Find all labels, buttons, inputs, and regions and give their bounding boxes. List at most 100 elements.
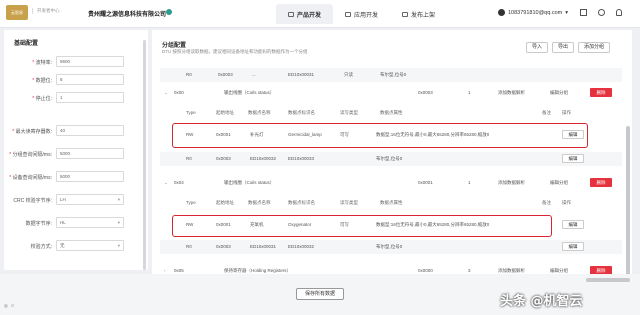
chevron-right-icon[interactable]: › — [164, 268, 166, 273]
column-header: 起始地址 — [216, 110, 234, 115]
check-mode-select[interactable]: 无 — [56, 240, 124, 251]
app-icon — [345, 11, 352, 17]
column-header: 起始地址 — [216, 200, 234, 205]
max-registers-input[interactable]: 40 — [56, 125, 124, 136]
list-icon[interactable]: ☰ — [11, 303, 15, 308]
add-group-button[interactable]: 添加分组 — [578, 42, 610, 53]
column-header: 数据点属性 — [380, 200, 403, 205]
chevron-down-icon: ▾ — [565, 9, 568, 16]
save-all-button[interactable]: 保存所有数据 — [296, 288, 344, 300]
top-bar: 云智易 开发者中心 贵州耀之源信息科技有限公司 产品开发 应用开发 发布上架 1… — [0, 0, 640, 28]
column-header: Type — [186, 200, 196, 205]
group-interval-input[interactable]: 5000 — [56, 148, 124, 159]
column-header: 数据点名称 — [248, 200, 271, 205]
scrollbar[interactable] — [626, 126, 630, 286]
column-header: 操作 — [562, 110, 571, 115]
cell: R0 — [186, 244, 192, 249]
cell: 0x0003 — [218, 72, 233, 77]
add-parse-link[interactable]: 添加数据解析 — [498, 180, 525, 186]
field-group-interval: * 分组查询间隔/ms: 5000 — [4, 148, 144, 160]
cell: 布尔型,位号0 — [376, 156, 403, 161]
edit-group-link[interactable]: 编辑分组 — [550, 180, 568, 186]
publish-icon — [402, 11, 409, 17]
column-header: 数据点标识名 — [288, 110, 315, 115]
company-name[interactable]: 贵州耀之源信息科技有限公司 — [88, 9, 166, 18]
brand-tag: 开发者中心 — [32, 8, 60, 14]
grid-icon[interactable] — [580, 9, 587, 16]
tab-publish[interactable]: 发布上架 — [390, 4, 447, 24]
tab-product-dev[interactable]: 产品开发 — [276, 4, 334, 24]
column-header: 数据点标识名 — [288, 200, 315, 205]
device-interval-input[interactable]: 5000 — [56, 171, 124, 182]
data-bits-input[interactable]: 8 — [56, 74, 124, 85]
gear-icon[interactable] — [598, 9, 605, 16]
cell: R0 — [186, 156, 192, 161]
delete-button[interactable]: 删除 — [590, 88, 612, 97]
group-config-panel: 分组配置 DTU 按照分组读取数据，建议相同设备地址和功能码的数据作为一个分组 … — [152, 30, 632, 286]
delete-button[interactable]: 删除 — [590, 178, 612, 187]
cell: ED10x00031 — [288, 72, 315, 77]
watermark: 头条 @机智云 — [500, 294, 583, 309]
edit-button[interactable]: 编辑 — [562, 154, 584, 163]
column-header: 操作 — [562, 200, 571, 205]
cell: ED10x00032 — [250, 156, 277, 161]
add-parse-link[interactable]: 添加数据解析 — [498, 90, 525, 96]
field-label: 停止位: — [35, 96, 52, 102]
cell: 0x05 — [174, 268, 184, 273]
field-byte-order: 数据字节序: HL — [4, 217, 144, 229]
group-row: ⌄ 0x00 输出线圈（Coils status） 0x0003 1 添加数据解… — [160, 86, 622, 100]
grid-icon[interactable]: ▦ — [4, 303, 8, 308]
field-device-interval: * 设备查询间隔/ms: 5000 — [4, 171, 144, 183]
cell: 3 — [468, 268, 471, 273]
logo[interactable]: 云智易 — [6, 5, 28, 20]
highlight-box — [172, 215, 552, 237]
baud-rate-input[interactable]: 9600 — [56, 56, 124, 67]
field-label: 波特率: — [35, 60, 52, 66]
cell: 0x0003 — [418, 90, 433, 95]
field-label: 设备查询间隔/ms: — [12, 175, 52, 181]
stop-bits-input[interactable]: 1 — [56, 92, 124, 103]
cell: 0x04 — [174, 180, 184, 185]
panel-title: 基础配置 — [14, 41, 39, 47]
field-check-mode: 校验方式: 无 — [4, 240, 144, 252]
edit-button[interactable]: 编辑 — [562, 242, 584, 251]
cell: 0x0000 — [418, 268, 433, 273]
user-email: 1083791810@qq.com — [508, 9, 563, 16]
cell: ED10x00031 — [250, 244, 277, 249]
main-nav: 产品开发 应用开发 发布上架 — [276, 4, 447, 24]
cell: 布尔型,位号0 — [376, 244, 403, 249]
group-row: ⌄ 0x04 输出线圈（Coils status） 0x0001 1 添加数据解… — [160, 176, 622, 190]
column-header: 读写类型 — [340, 200, 358, 205]
chevron-down-icon[interactable]: ⌄ — [164, 90, 168, 96]
bell-icon[interactable] — [616, 9, 622, 16]
import-button[interactable]: 导入 — [526, 42, 548, 53]
export-button[interactable]: 导出 — [552, 42, 574, 53]
edit-group-link[interactable]: 编辑分组 — [550, 90, 568, 96]
table-header: Type 起始地址 数据点名称 数据点标识名 读写类型 数据点属性 备注 操作 — [160, 106, 622, 120]
column-header: 备注 — [542, 110, 551, 115]
panel-title: 分组配置 — [162, 43, 187, 49]
horizontal-scrollbar[interactable] — [586, 278, 630, 282]
cell: ... — [252, 72, 256, 77]
cell: 0x00 — [174, 90, 184, 95]
crc-order-select[interactable]: LH — [56, 194, 124, 205]
edit-button[interactable]: 编辑 — [562, 220, 584, 229]
user-menu[interactable]: 1083791810@qq.com ▾ — [498, 9, 568, 16]
column-header: 备注 — [542, 200, 551, 205]
panel-description: DTU 按照分组读取数据，建议相同设备地址和功能码的数据作为一个分组 — [162, 49, 308, 54]
table-row: R0 0x0003 ED10x00031 ED10x00032 布尔型,位号0 … — [160, 240, 622, 254]
monitor-icon — [288, 11, 294, 17]
avatar — [498, 9, 505, 16]
chevron-down-icon[interactable]: ⌄ — [164, 180, 168, 186]
cell: 0x0003 — [216, 244, 231, 249]
cell: 布尔型,位号0 — [380, 72, 407, 77]
cell: 0x0003 — [216, 156, 231, 161]
byte-order-select[interactable]: HL — [56, 217, 124, 228]
cell: 1 — [468, 90, 471, 95]
field-label: 分组查询间隔/ms: — [12, 152, 52, 158]
field-crc-order: CRC 校验字节序: LH — [4, 194, 144, 206]
tab-app-dev[interactable]: 应用开发 — [333, 4, 390, 24]
table-row: R0 0x0003 ED10x00032 ED10x00033 布尔型,位号0 … — [160, 152, 622, 166]
field-label: 校验方式: — [30, 244, 52, 250]
basic-config-panel: 基础配置 * 波特率: 9600 * 数据位: 8 * 停止位: 1 * 最大读寄存器… — [4, 30, 148, 270]
